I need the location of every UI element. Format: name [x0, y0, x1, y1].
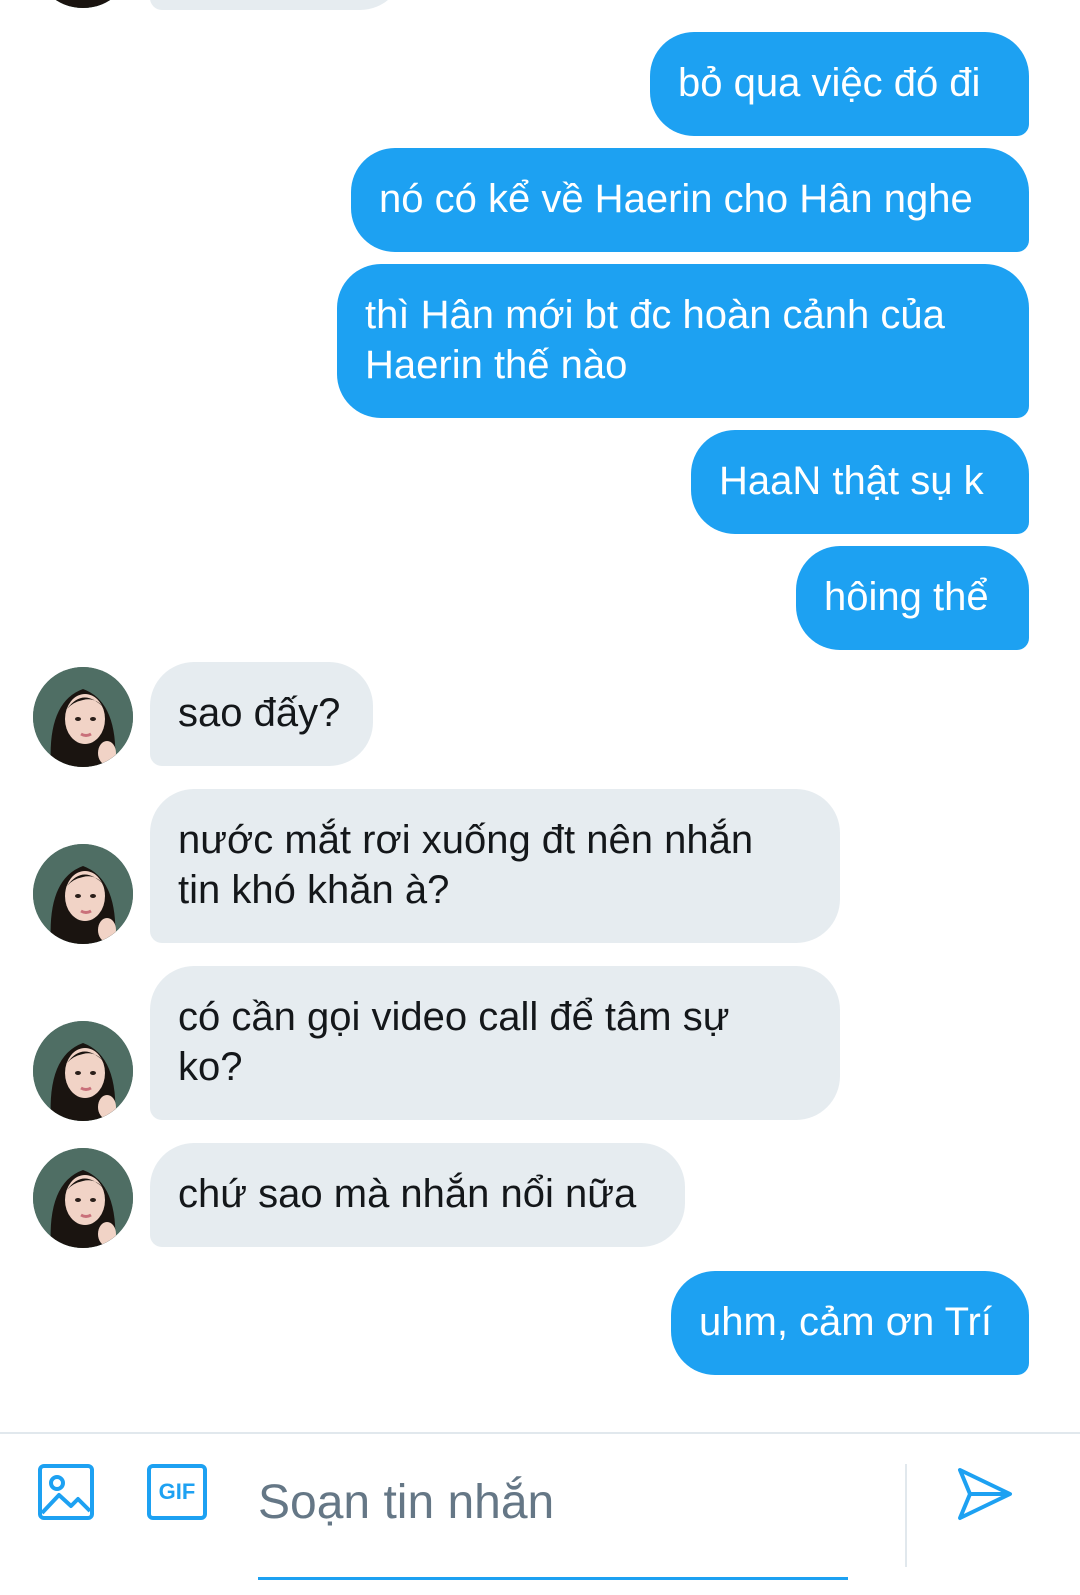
add-image-button[interactable] — [36, 1462, 96, 1522]
message-bubble-incoming[interactable]: nước mắt rơi xuống đt nên nhắn tin khó k… — [150, 789, 840, 943]
message-input[interactable] — [258, 1466, 848, 1538]
message-thread[interactable]: bỏ qua việc đó đi nó có kể về Haerin cho… — [0, 0, 1080, 1432]
input-underline — [258, 1577, 848, 1580]
add-gif-button[interactable]: GIF — [146, 1462, 208, 1522]
message-bubble-incoming[interactable]: chứ sao mà nhắn nổi nữa — [150, 1143, 685, 1247]
message-bubble-incoming[interactable]: có cần gọi video call để tâm sự ko? — [150, 966, 840, 1120]
gif-label: GIF — [158, 1479, 196, 1504]
message-bubble-incoming[interactable] — [150, 0, 404, 10]
image-icon — [38, 1464, 94, 1520]
message-bubble-outgoing[interactable]: bỏ qua việc đó đi — [650, 32, 1029, 136]
message-bubble-outgoing[interactable]: thì Hân mới bt đc hoàn cảnh của Haerin t… — [337, 264, 1029, 418]
contact-avatar[interactable] — [33, 1148, 133, 1248]
send-icon — [958, 1468, 1012, 1520]
composer-divider — [905, 1464, 907, 1567]
message-composer: GIF — [0, 1432, 1080, 1595]
contact-avatar[interactable] — [33, 667, 133, 767]
message-bubble-incoming[interactable]: sao đấy? — [150, 662, 373, 766]
contact-avatar[interactable] — [33, 0, 133, 8]
contact-avatar[interactable] — [33, 1021, 133, 1121]
message-bubble-outgoing[interactable]: HaaN thật sụ k — [691, 430, 1029, 534]
message-bubble-outgoing[interactable]: hôing thể — [796, 546, 1029, 650]
contact-avatar[interactable] — [33, 844, 133, 944]
send-button[interactable] — [950, 1462, 1020, 1526]
message-bubble-outgoing[interactable]: nó có kể về Haerin cho Hân nghe — [351, 148, 1029, 252]
message-bubble-outgoing[interactable]: uhm, cảm ơn Trí — [671, 1271, 1029, 1375]
